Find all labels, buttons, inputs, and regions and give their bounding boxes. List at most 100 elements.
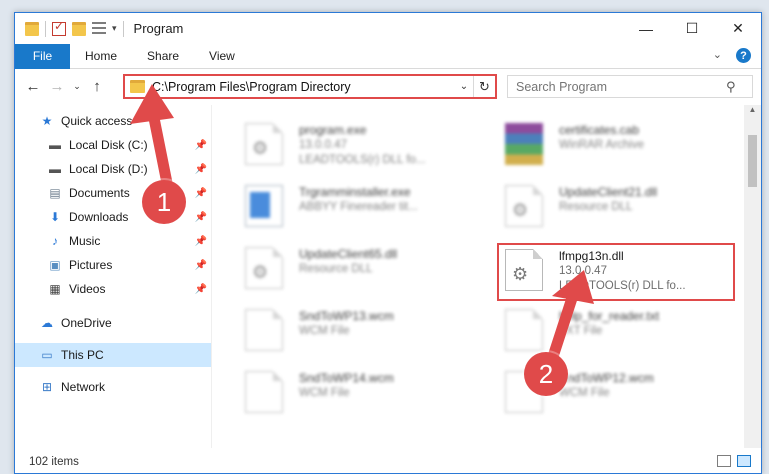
file-name: UpdateClient21.dll	[559, 185, 658, 199]
properties-check-icon[interactable]	[52, 19, 66, 36]
scrollbar-thumb[interactable]	[748, 135, 757, 187]
sidebar-item-local-disk-d[interactable]: ▬ Local Disk (D:) 📌	[15, 157, 211, 181]
file-type: WCM File	[299, 325, 350, 337]
list-item[interactable]: help_for_reader.txt TXT File	[491, 303, 731, 359]
back-arrow-icon[interactable]: ←	[21, 78, 45, 95]
tab-share[interactable]: Share	[132, 49, 194, 63]
file-version: 13.0.0.47	[299, 139, 347, 151]
videos-icon: ▦	[49, 282, 61, 296]
minimize-button[interactable]: —	[623, 13, 669, 44]
refresh-icon[interactable]: ↻	[473, 76, 495, 97]
expand-ribbon-chevron-icon[interactable]: ⌄	[713, 48, 722, 63]
recent-locations-chevron-icon[interactable]: ⌄	[69, 81, 85, 92]
window-controls: — ☐ ✕	[623, 13, 761, 44]
customize-toolbar-chevron-icon[interactable]: ▾	[112, 23, 117, 34]
search-input[interactable]	[516, 79, 726, 94]
pin-icon[interactable]: 📌	[195, 164, 207, 175]
list-item[interactable]: ⚙ UpdateClient65.dll Resource DLL	[231, 241, 471, 297]
view-switcher	[717, 455, 751, 467]
sidebar-item-quick-access[interactable]: ★ Quick access	[15, 109, 211, 133]
details-view-icon[interactable]	[717, 455, 731, 467]
maximize-button[interactable]: ☐	[669, 13, 715, 44]
folder-icon	[130, 80, 145, 93]
computer-icon: ▭	[41, 348, 53, 362]
help-icon[interactable]: ?	[736, 48, 751, 63]
large-icons-view-icon[interactable]	[737, 455, 751, 467]
pin-icon[interactable]: 📌	[195, 188, 207, 199]
ribbon-right-controls: ⌄ ?	[713, 48, 751, 63]
item-count: 102 items	[29, 456, 79, 468]
sidebar-item-label: This PC	[61, 348, 104, 362]
file-type: Resource DLL	[559, 201, 633, 213]
network-icon: ⊞	[41, 380, 53, 394]
file-type: Resource DLL	[299, 263, 373, 275]
address-bar[interactable]: C:\Program Files\Program Directory ⌄ ↻	[123, 74, 497, 99]
drive-icon: ▬	[49, 138, 61, 152]
file-name: UpdateClient65.dll	[299, 247, 398, 261]
sidebar-item-label: Downloads	[69, 210, 129, 224]
pin-icon[interactable]: 📌	[195, 236, 207, 247]
pin-icon[interactable]: 📌	[195, 212, 207, 223]
file-description: LEADTOOLS(r) DLL fo...	[299, 154, 426, 166]
pin-icon[interactable]: 📌	[195, 284, 207, 295]
step-1-badge: 1	[142, 180, 186, 224]
vertical-scrollbar[interactable]: ▲	[744, 105, 761, 448]
sidebar-item-label: Network	[61, 380, 106, 394]
search-icon[interactable]: ⚲	[726, 79, 736, 95]
file-name: help_for_reader.txt	[559, 309, 660, 323]
up-arrow-icon[interactable]: ↑	[85, 78, 109, 95]
sidebar-item-music[interactable]: ♪ Music 📌	[15, 229, 211, 253]
music-icon: ♪	[52, 234, 58, 248]
sidebar-item-label: Local Disk (D:)	[69, 162, 148, 176]
sidebar-item-label: OneDrive	[61, 316, 112, 330]
sidebar-item-label: Pictures	[69, 258, 113, 272]
file-list: ⚙ program.exe 13.0.0.47 LEADTOOLS(r) DLL…	[221, 105, 741, 448]
cloud-icon: ☁	[41, 316, 53, 330]
tab-view[interactable]: View	[194, 49, 250, 63]
forward-arrow-icon[interactable]: →	[45, 78, 69, 95]
gear-icon: ⚙	[512, 200, 529, 220]
list-item[interactable]: Trgramminstaller.exe ABBYY Finereader ti…	[231, 179, 471, 235]
sidebar-item-pictures[interactable]: ▣ Pictures 📌	[15, 253, 211, 277]
sidebar-item-local-disk-c[interactable]: ▬ Local Disk (C:) 📌	[15, 133, 211, 157]
scroll-up-arrow-icon[interactable]: ▲	[744, 105, 761, 114]
navigation-bar: ← → ⌄ ↑ C:\Program Files\Program Directo…	[15, 70, 761, 102]
list-item[interactable]: SndToWP14.wcm WCM File	[231, 365, 471, 421]
gear-icon: ⚙	[252, 138, 269, 158]
documents-icon: ▤	[49, 186, 61, 200]
list-item-lfmpg13n[interactable]: ⚙ lfmpg13n.dll 13.0.0.47 LEADTOOLS(r) DL…	[491, 243, 731, 299]
pictures-icon: ▣	[49, 258, 61, 272]
list-item[interactable]: certificates.cab WinRAR Archive	[491, 117, 731, 173]
sidebar-item-this-pc[interactable]: ▭ This PC	[15, 343, 211, 367]
address-dropdown-chevron-icon[interactable]: ⌄	[455, 81, 473, 92]
pin-icon[interactable]: 📌	[195, 140, 207, 151]
file-name: SndToWP14.wcm	[299, 371, 394, 385]
window-title: Program	[133, 21, 184, 36]
list-item[interactable]: ⚙ UpdateClient21.dll Resource DLL	[491, 179, 731, 235]
quick-access-toolbar: ▾	[15, 19, 124, 37]
ribbon-tabs: File Home Share View ⌄ ?	[15, 43, 761, 69]
tab-home[interactable]: Home	[70, 49, 132, 63]
wcm-file-icon	[245, 371, 283, 413]
list-item[interactable]: SndToWP13.wcm WCM File	[231, 303, 471, 359]
toolbar-divider	[122, 20, 124, 37]
close-button[interactable]: ✕	[715, 13, 761, 44]
file-type: WCM File	[299, 387, 350, 399]
file-name: lfmpg13n.dll	[559, 249, 624, 263]
search-box[interactable]: ⚲	[507, 75, 753, 98]
sidebar-item-network[interactable]: ⊞ Network	[15, 375, 211, 399]
new-folder-icon[interactable]	[72, 21, 86, 36]
properties-icon[interactable]	[92, 21, 106, 36]
pin-icon[interactable]: 📌	[195, 260, 207, 271]
tab-file[interactable]: File	[15, 43, 70, 69]
file-version: 13.0.0.47	[559, 265, 607, 277]
sidebar-item-onedrive[interactable]: ☁ OneDrive	[15, 311, 211, 335]
star-icon: ★	[41, 114, 53, 128]
address-path[interactable]: C:\Program Files\Program Directory	[152, 80, 455, 94]
sidebar-item-label: Documents	[69, 186, 130, 200]
file-type: WCM File	[559, 387, 610, 399]
file-name: certificates.cab	[559, 123, 640, 137]
list-item[interactable]: ⚙ program.exe 13.0.0.47 LEADTOOLS(r) DLL…	[231, 117, 471, 173]
navigation-pane: ★ Quick access ▬ Local Disk (C:) 📌 ▬ Loc…	[15, 105, 211, 448]
sidebar-item-videos[interactable]: ▦ Videos 📌	[15, 277, 211, 301]
